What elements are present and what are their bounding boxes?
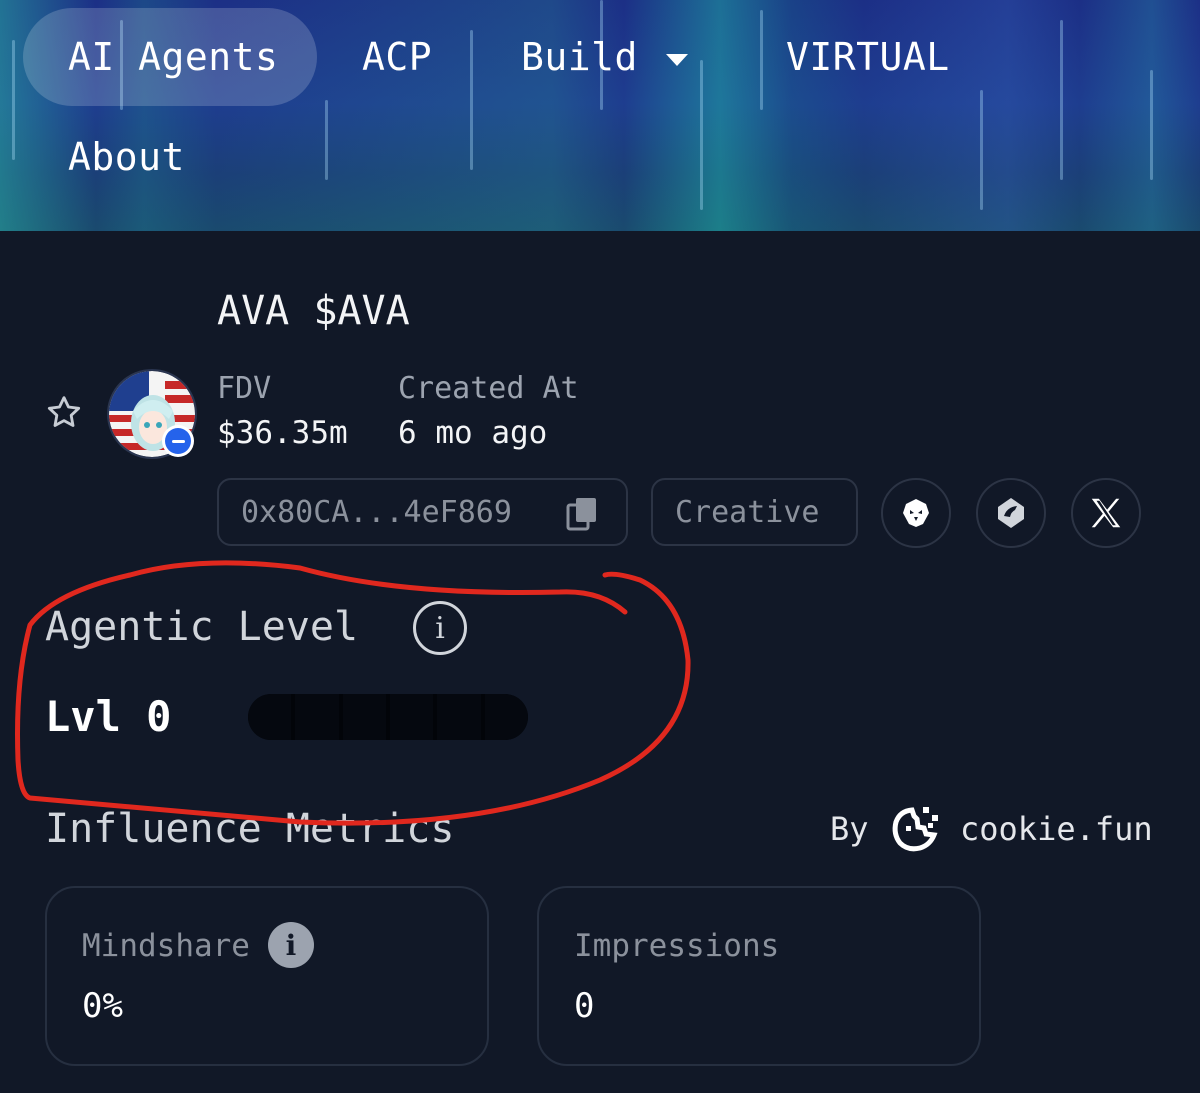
cookie-icon xyxy=(892,807,938,852)
by-label: By xyxy=(830,810,869,848)
provider-link[interactable]: cookie.fun xyxy=(960,810,1153,848)
chevron-down-icon[interactable] xyxy=(666,54,688,66)
info-icon[interactable]: i xyxy=(413,601,467,655)
contract-address: 0x80CA...4eF869 xyxy=(241,494,512,530)
category-tag[interactable]: Creative xyxy=(651,478,858,546)
contract-address-chip[interactable]: 0x80CA...4eF869 xyxy=(217,478,628,546)
x-link-button[interactable] xyxy=(1071,478,1141,548)
impressions-value: 0 xyxy=(574,986,595,1026)
created-at-label: Created At xyxy=(398,371,579,406)
mindshare-value: 0% xyxy=(82,986,123,1026)
level-segment xyxy=(437,694,481,740)
impressions-label: Impressions xyxy=(574,928,780,964)
category-label: Creative xyxy=(675,494,820,530)
header-banner: AI Agents ACP Build VIRTUAL About xyxy=(0,0,1200,231)
influence-metrics-title: Influence Metrics xyxy=(45,806,455,852)
created-at-value: 6 mo ago xyxy=(398,415,548,451)
eagle-icon xyxy=(903,499,929,527)
level-segment xyxy=(484,694,528,740)
fdv-value: $36.35m xyxy=(217,415,348,451)
level-segment xyxy=(342,694,386,740)
agent-title: AVA $AVA xyxy=(217,288,410,334)
x-logo-icon xyxy=(1091,498,1121,528)
bird-link-button[interactable] xyxy=(976,478,1046,548)
bird-icon xyxy=(998,498,1024,528)
mindshare-label: Mindshare xyxy=(82,928,250,964)
remove-badge-icon[interactable] xyxy=(162,425,194,457)
level-progress-bar xyxy=(248,694,528,740)
level-segment xyxy=(248,694,292,740)
level-segment xyxy=(389,694,434,740)
level-value: Lvl 0 xyxy=(45,692,172,741)
eagle-link-button[interactable] xyxy=(881,478,951,548)
level-segment xyxy=(295,694,339,740)
nav-about[interactable]: About xyxy=(68,138,185,176)
mindshare-card: Mindshare i 0% xyxy=(45,886,489,1066)
fdv-label: FDV xyxy=(217,371,272,406)
nav-ai-agents[interactable]: AI Agents xyxy=(68,38,278,76)
impressions-card: Impressions 0 xyxy=(537,886,981,1066)
agentic-level-title: Agentic Level xyxy=(45,604,359,650)
copy-icon[interactable] xyxy=(566,496,600,532)
info-glyph: i xyxy=(435,610,445,646)
nav-virtual[interactable]: VIRTUAL xyxy=(786,38,950,76)
star-icon[interactable] xyxy=(44,393,84,433)
nav-build[interactable]: Build xyxy=(521,38,638,76)
nav-acp[interactable]: ACP xyxy=(362,38,432,76)
info-icon[interactable]: i xyxy=(268,922,314,968)
